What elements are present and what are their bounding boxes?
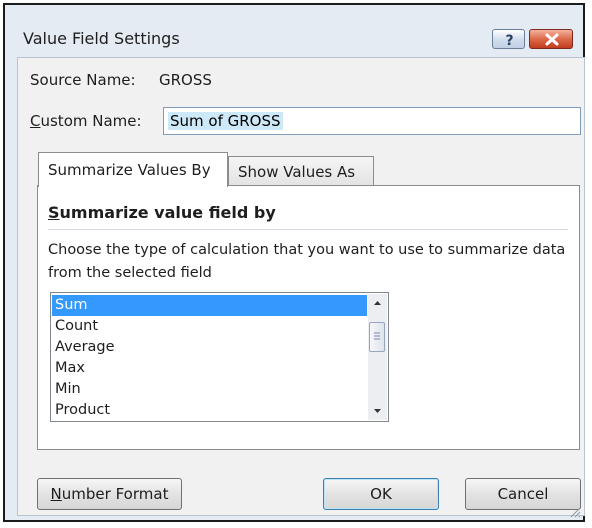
resize-grip-icon[interactable] [569, 506, 581, 518]
scroll-up-arrow-icon [374, 301, 381, 305]
grip-lines-icon [374, 332, 380, 340]
svg-text:?: ? [505, 33, 513, 49]
list-item-max[interactable]: Max [52, 358, 367, 379]
dialog-title: Value Field Settings [23, 29, 180, 48]
ok-button[interactable]: OK [323, 478, 439, 510]
help-button[interactable]: ? [492, 29, 525, 49]
number-format-label: umber Format [61, 485, 169, 503]
custom-name-label-text: ustom Name: [40, 112, 142, 130]
calculation-listbox[interactable]: Sum Count Average Max Min Product [50, 292, 389, 422]
source-name-value: GROSS [159, 71, 212, 89]
summarize-heading-mnemonic: S [48, 203, 60, 222]
list-item-average[interactable]: Average [52, 337, 367, 358]
custom-name-input[interactable]: Sum of GROSS [163, 107, 581, 135]
list-item-count[interactable]: Count [52, 316, 367, 337]
dialog-client-area: Source Name: GROSS Custom Name: Sum of G… [17, 57, 585, 516]
summarize-heading: Summarize value field by [48, 203, 276, 222]
scroll-down-arrow-icon [374, 409, 381, 413]
close-button[interactable] [529, 29, 573, 49]
scroll-down-button[interactable] [368, 402, 387, 420]
tab-summarize-values-by[interactable]: Summarize Values By [38, 152, 228, 187]
scroll-up-button[interactable] [368, 294, 387, 312]
list-item-product[interactable]: Product [52, 400, 367, 421]
section-divider [48, 229, 568, 230]
number-format-button[interactable]: Number Format [37, 478, 182, 510]
source-name-label: Source Name: [30, 71, 136, 89]
calculation-list: Sum Count Average Max Min Product [52, 295, 367, 421]
custom-name-mnemonic: C [30, 112, 41, 130]
value-field-settings-dialog: Value Field Settings ? Source Name: GROS… [3, 3, 585, 522]
list-item-sum[interactable]: Sum [52, 295, 367, 316]
question-mark-icon: ? [505, 33, 513, 49]
summarize-heading-text: ummarize value field by [59, 203, 276, 222]
custom-name-value: Sum of GROSS [168, 112, 283, 130]
number-format-mnemonic: N [50, 485, 62, 503]
custom-name-label: Custom Name: [30, 112, 142, 130]
close-x-icon [545, 33, 559, 46]
list-item-min[interactable]: Min [52, 379, 367, 400]
cancel-button[interactable]: Cancel [465, 478, 581, 510]
list-scrollbar[interactable] [368, 294, 387, 420]
summarize-tab-panel: Summarize value field by Choose the type… [37, 185, 580, 450]
summarize-description: Choose the type of calculation that you … [48, 242, 566, 281]
scroll-thumb[interactable] [369, 322, 385, 352]
tab-show-values-as[interactable]: Show Values As [228, 156, 374, 186]
